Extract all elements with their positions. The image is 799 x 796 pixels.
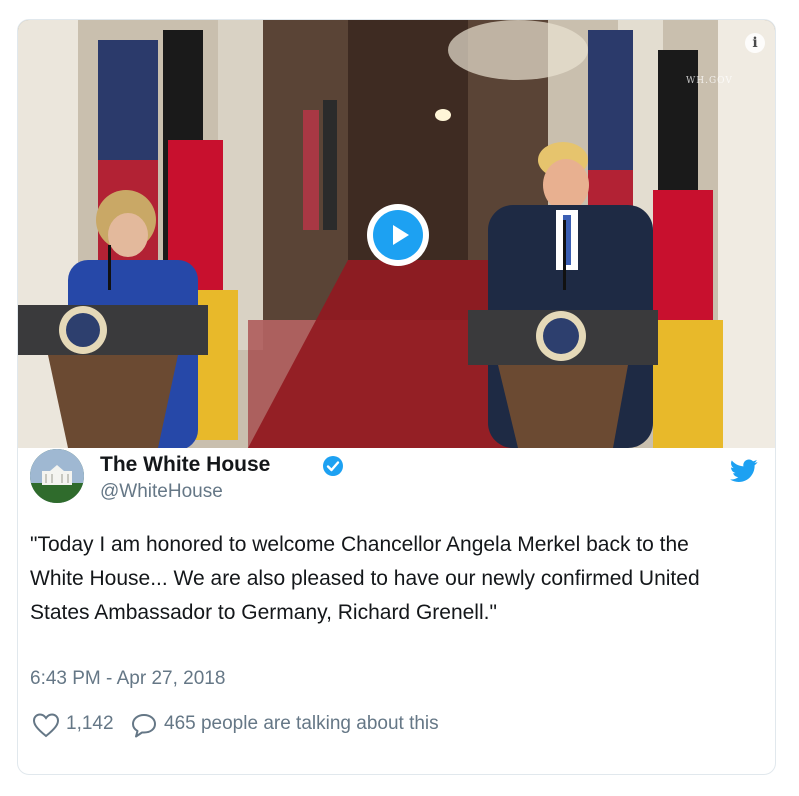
tweet-timestamp[interactable]: 6:43 PM - Apr 27, 2018	[30, 668, 225, 690]
author-handle[interactable]: @WhiteHouse	[100, 481, 223, 503]
tweet-text: "Today I am honored to welcome Chancello…	[30, 533, 700, 624]
conversation-link[interactable]: 465 people are talking about this	[164, 713, 439, 735]
avatar[interactable]	[30, 449, 84, 503]
play-icon	[373, 210, 423, 260]
play-button[interactable]	[367, 204, 429, 266]
wh-gov-watermark: WH.GOV	[686, 76, 733, 86]
tweet-embed-card: WH.GOV i	[17, 19, 776, 775]
tweet-header: The White House @WhiteHouse	[30, 449, 758, 507]
twitter-bird-icon[interactable]	[730, 459, 758, 483]
author-name[interactable]: The White House	[100, 453, 270, 477]
like-count[interactable]: 1,142	[66, 713, 114, 735]
speech-bubble-icon[interactable]	[130, 712, 158, 738]
info-icon[interactable]: i	[745, 33, 765, 53]
video-thumbnail[interactable]: WH.GOV i	[18, 20, 775, 448]
verified-badge-icon	[323, 456, 343, 476]
heart-icon[interactable]	[32, 712, 60, 738]
